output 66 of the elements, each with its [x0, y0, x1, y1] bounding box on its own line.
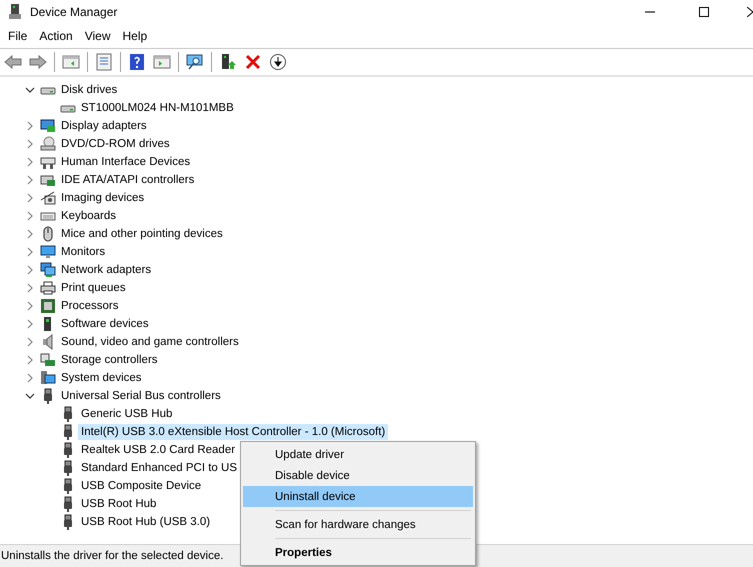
chevron-right-icon[interactable]: [25, 193, 35, 203]
device-manager-icon: [8, 4, 22, 20]
tree-item[interactable]: Universal Serial Bus controllers: [58, 388, 224, 404]
menu-item[interactable]: Action: [33, 27, 79, 45]
system-device-icon: [40, 370, 56, 386]
tree-item[interactable]: Human Interface Devices: [58, 154, 194, 170]
chevron-down-icon[interactable]: [25, 85, 35, 95]
tree-item[interactable]: Generic USB Hub: [78, 406, 176, 422]
maximize-icon[interactable]: [699, 7, 709, 17]
tree-item[interactable]: Standard Enhanced PCI to US: [78, 460, 240, 476]
printer-device-icon: [40, 280, 56, 296]
menu-item[interactable]: File: [2, 27, 34, 45]
window-title: Device Manager: [30, 5, 118, 19]
tree-item[interactable]: Keyboards: [58, 208, 119, 224]
menu-item[interactable]: Update driver: [243, 444, 473, 465]
tree-item[interactable]: Sound, video and game controllers: [58, 334, 242, 350]
network-device-icon: [40, 262, 56, 278]
chevron-right-icon[interactable]: [25, 157, 35, 167]
tree-item[interactable]: Realtek USB 2.0 Card Reader: [78, 442, 238, 458]
chevron-right-icon[interactable]: [25, 319, 35, 329]
chevron-right-icon[interactable]: [25, 283, 35, 293]
tree-item[interactable]: Storage controllers: [58, 352, 161, 368]
tree-item[interactable]: Imaging devices: [58, 190, 148, 206]
storage-device-icon: [40, 352, 56, 368]
chevron-down-icon[interactable]: [25, 391, 35, 401]
tree-item[interactable]: USB Root Hub: [78, 496, 160, 512]
display-device-icon: [40, 118, 56, 134]
camera-device-icon: [40, 190, 56, 206]
tree-item[interactable]: DVD/CD-ROM drives: [58, 136, 173, 152]
menu-item[interactable]: Help: [116, 27, 154, 45]
menu-item[interactable]: Uninstall device: [243, 486, 473, 507]
monitor-device-icon: [40, 244, 56, 260]
cpu-device-icon: [40, 298, 56, 314]
tree-item[interactable]: Processors: [58, 298, 122, 314]
menu-item[interactable]: Properties: [243, 542, 473, 563]
menu-item[interactable]: Disable device: [243, 465, 473, 486]
down-arrow-icon[interactable]: [267, 51, 289, 73]
tree-item[interactable]: System devices: [58, 370, 145, 386]
tree-item[interactable]: ST1000LM024 HN-M101MBB: [78, 100, 237, 116]
tree-item[interactable]: USB Composite Device: [78, 478, 204, 494]
tree-item[interactable]: Display adapters: [58, 118, 150, 134]
status-text: Uninstalls the driver for the selected device.: [1, 550, 224, 562]
tree-item[interactable]: Monitors: [58, 244, 108, 260]
chevron-right-icon[interactable]: [25, 229, 35, 239]
tree-item[interactable]: Mice and other pointing devices: [58, 226, 226, 242]
chevron-right-icon[interactable]: [25, 247, 35, 257]
chevron-right-icon[interactable]: [25, 175, 35, 185]
menu-item[interactable]: View: [78, 27, 116, 45]
chevron-right-icon[interactable]: [25, 265, 35, 275]
chevron-right-icon[interactable]: [25, 373, 35, 383]
tree-item[interactable]: Disk drives: [58, 82, 120, 98]
tree-item[interactable]: Software devices: [58, 316, 152, 332]
chevron-right-icon[interactable]: [25, 139, 35, 149]
disc-device-icon: [40, 136, 56, 152]
chevron-right-icon[interactable]: [25, 355, 35, 365]
tree-item[interactable]: Network adapters: [58, 262, 154, 278]
chevron-right-icon[interactable]: [25, 337, 35, 347]
close-icon[interactable]: [747, 7, 753, 17]
tree-item[interactable]: IDE ATA/ATAPI controllers: [58, 172, 198, 188]
chevron-right-icon[interactable]: [25, 121, 35, 131]
menu-item[interactable]: Scan for hardware changes: [243, 514, 473, 535]
tree-item[interactable]: Intel(R) USB 3.0 eXtensible Host Controller - 1.0 (Microsoft): [78, 424, 388, 440]
tree-item[interactable]: USB Root Hub (USB 3.0): [78, 514, 214, 530]
tree-item[interactable]: Print queues: [58, 280, 129, 296]
chevron-right-icon[interactable]: [25, 211, 35, 221]
chevron-right-icon[interactable]: [25, 301, 35, 311]
